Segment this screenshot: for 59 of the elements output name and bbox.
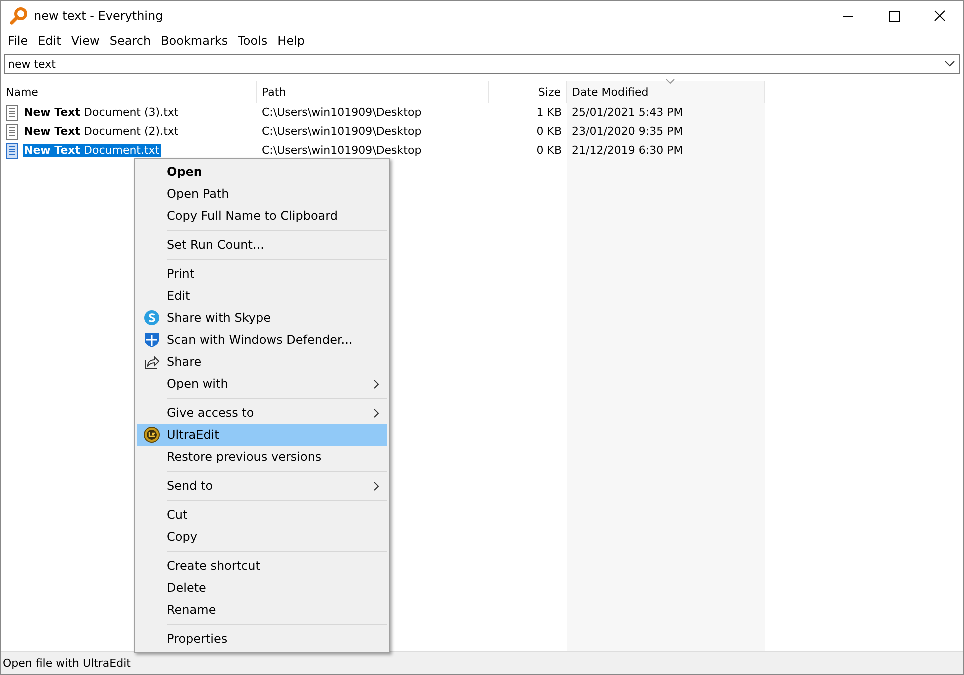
menu-item[interactable]: Help bbox=[272, 34, 310, 48]
column-header[interactable]: Date Modified bbox=[567, 81, 765, 103]
menu-item[interactable]: File bbox=[3, 34, 34, 48]
file-path: C:\Users\win101909\Desktop bbox=[262, 106, 422, 119]
menu-item[interactable]: Rename bbox=[137, 599, 387, 621]
menu-item[interactable]: Tools bbox=[233, 34, 273, 48]
menu-item[interactable]: Open with bbox=[137, 373, 387, 395]
sort-icon bbox=[666, 79, 674, 84]
file-path: C:\Users\win101909\Desktop bbox=[262, 144, 422, 157]
menu-item[interactable]: UltraEdit bbox=[137, 424, 387, 446]
menu-item[interactable]: Copy bbox=[137, 526, 387, 548]
document-icon bbox=[6, 104, 18, 120]
document-icon bbox=[6, 142, 18, 158]
menu-item[interactable]: Give access to bbox=[137, 402, 387, 424]
column-header[interactable]: Name bbox=[1, 81, 257, 103]
menu-item[interactable]: Open Path bbox=[137, 183, 387, 205]
date-modified: 21/12/2019 6:30 PM bbox=[572, 144, 684, 157]
chevron-icon bbox=[374, 482, 379, 490]
menu-item[interactable]: Open bbox=[137, 161, 387, 183]
menu-item[interactable]: Bookmarks bbox=[156, 34, 234, 48]
window-title: new text - Everything bbox=[34, 9, 164, 23]
menu-item[interactable]: Print bbox=[137, 263, 387, 285]
menu-item[interactable]: Copy Full Name to Clipboard bbox=[137, 205, 387, 227]
menu-item[interactable]: Set Run Count... bbox=[137, 234, 387, 256]
menu-item[interactable]: Share with Skype bbox=[137, 307, 387, 329]
share-icon bbox=[144, 354, 160, 370]
shield-icon bbox=[144, 332, 160, 348]
menu-item[interactable]: Share bbox=[137, 351, 387, 373]
menu-item[interactable]: Search bbox=[104, 34, 156, 48]
column-header[interactable]: Size bbox=[489, 81, 567, 103]
menu-item[interactable]: Create shortcut bbox=[137, 555, 387, 577]
menu-item[interactable]: View bbox=[66, 34, 105, 48]
column-header[interactable]: Path bbox=[257, 81, 489, 103]
file-name[interactable]: New Text Document (2).txt bbox=[23, 125, 180, 138]
skype-icon bbox=[144, 310, 160, 326]
menu-item[interactable]: Send to bbox=[137, 475, 387, 497]
status-text: Open file with UltraEdit bbox=[3, 656, 131, 670]
menu-item[interactable]: Edit bbox=[33, 34, 66, 48]
menu-item[interactable]: Scan with Windows Defender... bbox=[137, 329, 387, 351]
menu-item[interactable]: Cut bbox=[137, 504, 387, 526]
file-size: 1 KB bbox=[536, 106, 562, 119]
search-field[interactable]: new text bbox=[4, 54, 960, 74]
coin-icon bbox=[144, 427, 160, 443]
document-icon bbox=[6, 124, 18, 140]
menu-item[interactable]: Restore previous versions bbox=[137, 446, 387, 468]
file-name[interactable]: New Text Document (3).txt bbox=[23, 106, 180, 119]
date-modified: 25/01/2021 5:43 PM bbox=[572, 106, 684, 119]
menu-item[interactable]: Properties bbox=[137, 628, 387, 650]
chevron-icon bbox=[374, 408, 379, 418]
file-size: 0 KB bbox=[536, 144, 562, 157]
menu-item[interactable]: Delete bbox=[137, 577, 387, 599]
dropdown-icon[interactable] bbox=[945, 61, 955, 67]
file-size: 0 KB bbox=[536, 125, 562, 138]
date-modified: 23/01/2020 9:35 PM bbox=[572, 125, 684, 138]
chevron-icon bbox=[374, 380, 379, 388]
menu-item[interactable]: Edit bbox=[137, 285, 387, 307]
magnifier-icon bbox=[10, 7, 28, 25]
file-path: C:\Users\win101909\Desktop bbox=[262, 125, 422, 138]
file-name[interactable]: New Text Document.txt bbox=[23, 144, 161, 157]
